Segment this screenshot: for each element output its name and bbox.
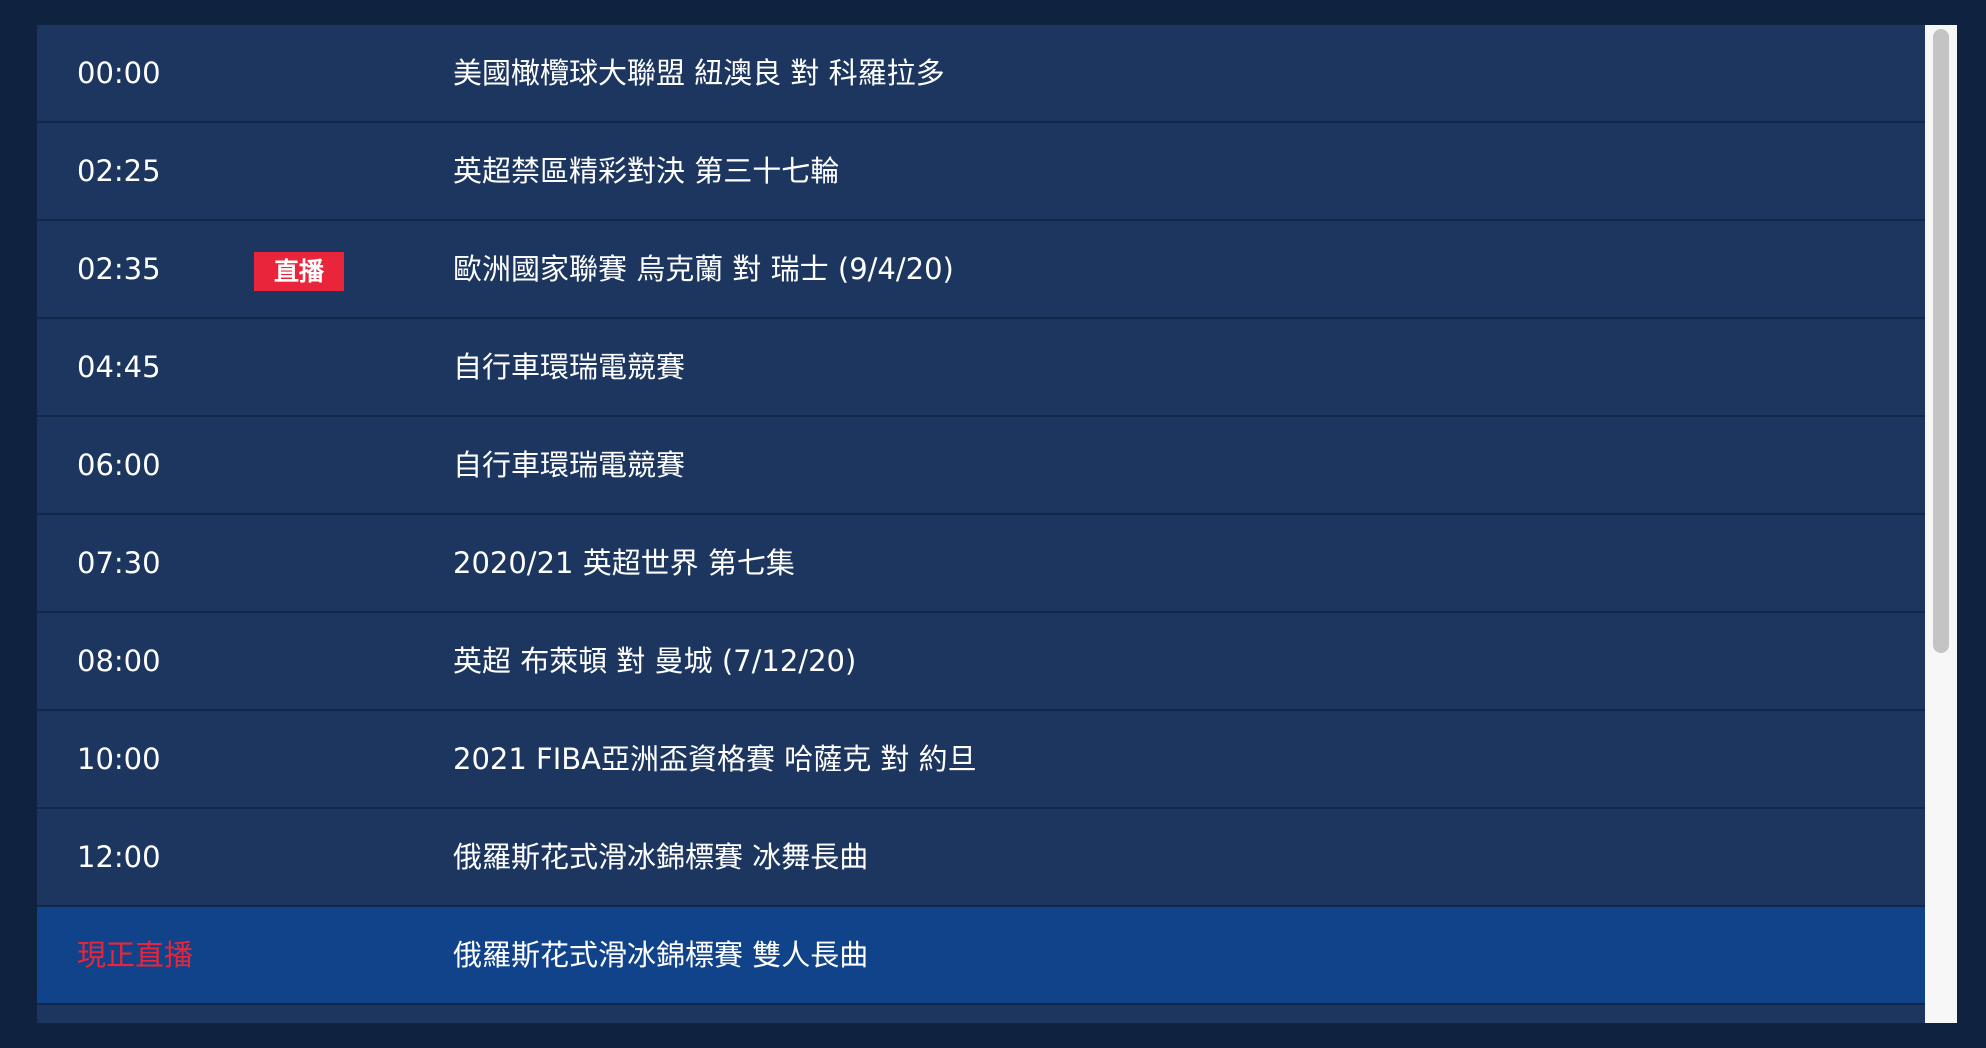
scrollbar-thumb[interactable] — [1933, 29, 1949, 653]
scrollbar[interactable] — [1925, 25, 1957, 1023]
schedule-row[interactable]: 00:00 美國橄欖球大聯盟 紐澳良 對 科羅拉多 — [37, 25, 1925, 123]
schedule-row[interactable]: 04:45 自行車環瑞電競賽 — [37, 319, 1925, 417]
row-time: 02:35 — [77, 252, 161, 286]
row-time: 10:00 — [77, 742, 161, 776]
schedule-row[interactable]: 07:30 2020/21 英超世界 第七集 — [37, 515, 1925, 613]
row-time: 06:00 — [77, 448, 161, 482]
row-title: 自行車環瑞電競賽 — [453, 350, 686, 384]
row-title: 俄羅斯花式滑冰錦標賽 冰舞長曲 — [453, 840, 869, 874]
row-title: 歐洲國家聯賽 烏克蘭 對 瑞士 (9/4/20) — [453, 252, 954, 286]
schedule-row[interactable]: 08:00 英超 布萊頓 對 曼城 (7/12/20) — [37, 613, 1925, 711]
row-time: 00:00 — [77, 56, 161, 90]
row-time: 04:45 — [77, 350, 161, 384]
live-badge: 直播 — [254, 252, 344, 291]
schedule-row[interactable]: 10:00 2021 FIBA亞洲盃資格賽 哈薩克 對 約旦 — [37, 711, 1925, 809]
row-title: 2021 FIBA亞洲盃資格賽 哈薩克 對 約旦 — [453, 742, 977, 776]
row-title: 自行車環瑞電競賽 — [453, 448, 686, 482]
row-title: 英超禁區精彩對決 第三十七輪 — [453, 154, 840, 188]
row-title: 英超 布萊頓 對 曼城 (7/12/20) — [453, 644, 857, 678]
now-live-label: 現正直播 — [77, 938, 194, 972]
schedule-row[interactable]: 06:00 自行車環瑞電競賽 — [37, 417, 1925, 515]
row-time: 02:25 — [77, 154, 161, 188]
schedule-row-current[interactable]: 現正直播 俄羅斯花式滑冰錦標賽 雙人長曲 — [37, 907, 1925, 1005]
schedule-row[interactable]: 02:35 直播 歐洲國家聯賽 烏克蘭 對 瑞士 (9/4/20) — [37, 221, 1925, 319]
row-time: 08:00 — [77, 644, 161, 678]
row-time: 12:00 — [77, 840, 161, 874]
schedule-list: 00:00 美國橄欖球大聯盟 紐澳良 對 科羅拉多 02:25 英超禁區精彩對決 第… — [37, 25, 1925, 1023]
schedule-row[interactable]: 02:25 英超禁區精彩對決 第三十七輪 — [37, 123, 1925, 221]
row-title: 俄羅斯花式滑冰錦標賽 雙人長曲 — [453, 938, 869, 972]
row-title: 美國橄欖球大聯盟 紐澳良 對 科羅拉多 — [453, 56, 945, 90]
row-title: 2020/21 英超世界 第七集 — [453, 546, 795, 580]
row-time: 07:30 — [77, 546, 161, 580]
schedule-row[interactable]: 12:00 俄羅斯花式滑冰錦標賽 冰舞長曲 — [37, 809, 1925, 907]
schedule-row-partial[interactable] — [37, 1005, 1925, 1023]
